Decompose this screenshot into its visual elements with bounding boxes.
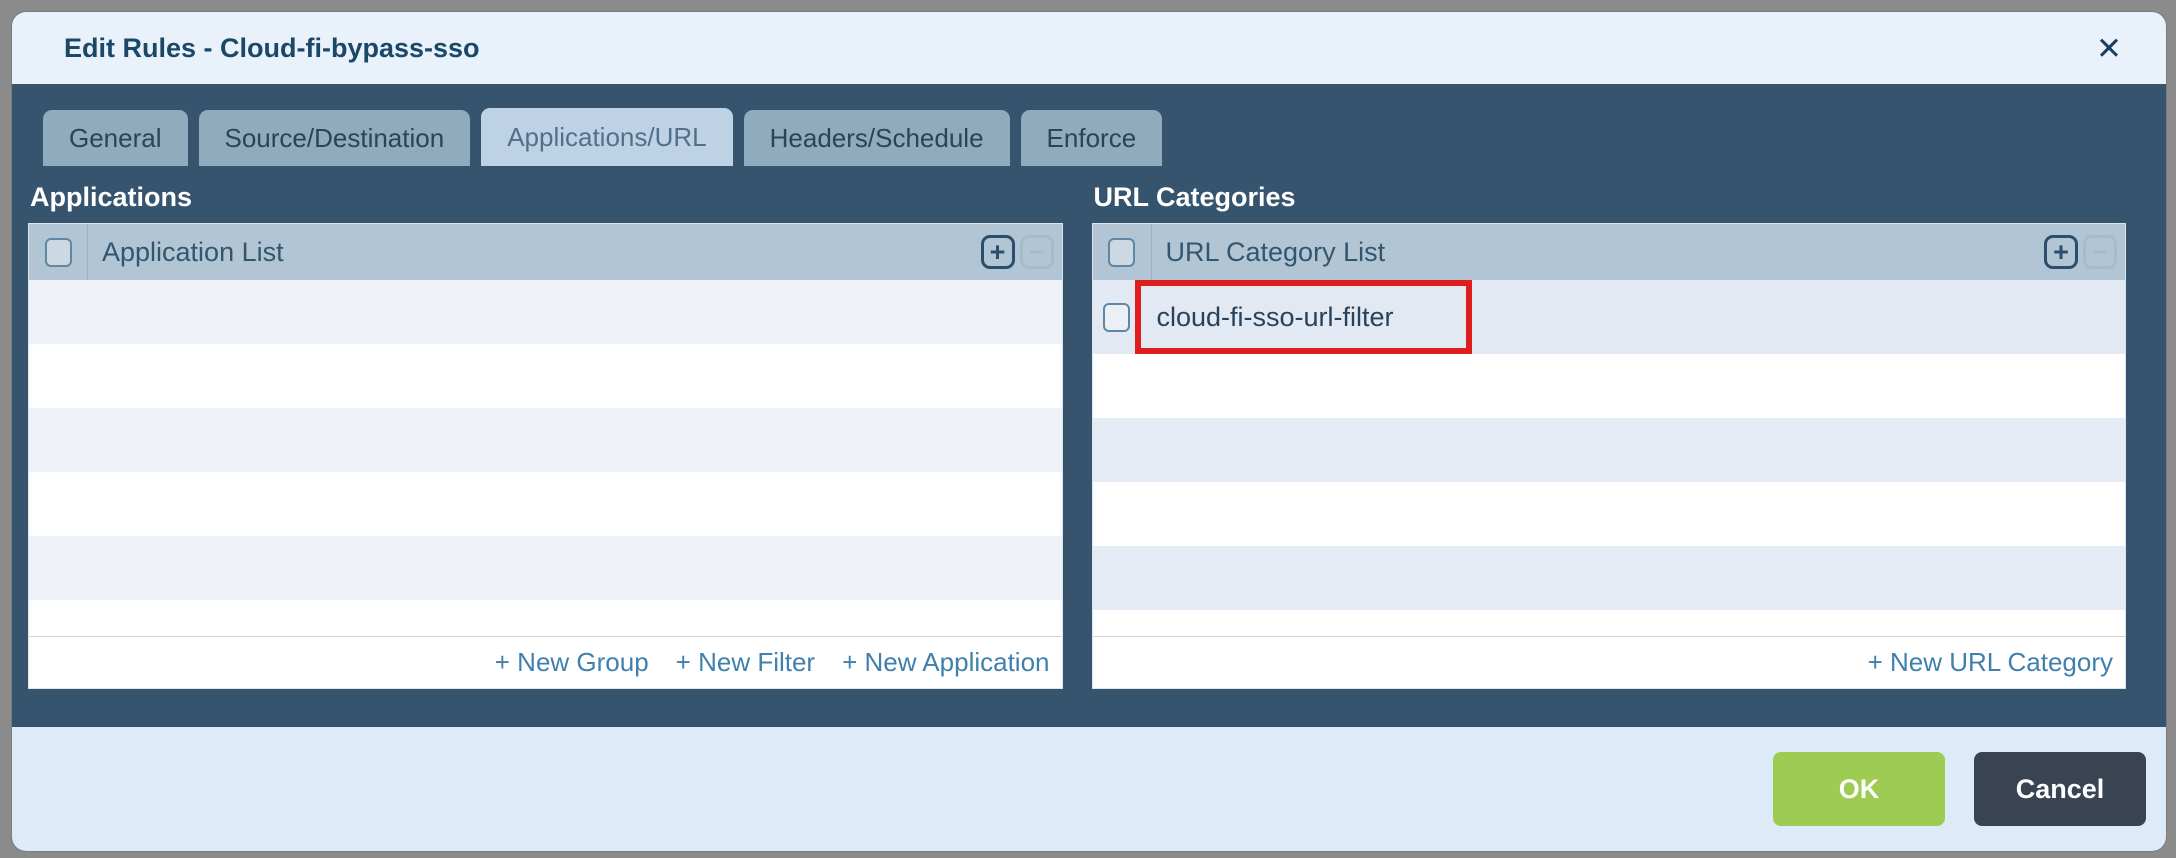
applications-panel: Application List + − + New Group + New F…: [28, 223, 1063, 689]
list-row: [29, 472, 1062, 536]
new-application-link[interactable]: + New Application: [842, 647, 1049, 678]
highlight-annotation-box: cloud-fi-sso-url-filter: [1134, 280, 1472, 354]
list-row: [1092, 546, 2125, 610]
ok-button[interactable]: OK: [1773, 752, 1945, 826]
tab-general[interactable]: General: [43, 110, 188, 166]
url-categories-select-all-checkbox[interactable]: [1108, 237, 1135, 267]
url-categories-section-label: URL Categories: [1093, 182, 1296, 212]
url-categories-remove-icon[interactable]: −: [2083, 235, 2117, 269]
list-row: [29, 344, 1062, 408]
new-url-category-link[interactable]: + New URL Category: [1868, 647, 2113, 678]
list-row: [1093, 610, 2126, 636]
url-category-list-body: cloud-fi-sso-url-filter: [1092, 280, 2126, 636]
new-filter-link[interactable]: + New Filter: [676, 647, 815, 678]
tab-applications-url[interactable]: Applications/URL: [481, 108, 733, 166]
tab-source-destination[interactable]: Source/Destination: [198, 110, 471, 166]
dialog-title: Edit Rules - Cloud-fi-bypass-sso: [64, 32, 480, 63]
applications-panel-footer: + New Group + New Filter + New Applicati…: [29, 636, 1062, 688]
applications-list-body: [29, 280, 1062, 636]
url-categories-panel: URL Category List + − cloud-fi-sso-url-f…: [1091, 223, 2126, 689]
edit-rules-dialog: Edit Rules - Cloud-fi-bypass-sso ✕ Gener…: [12, 12, 2166, 851]
url-category-list-header: URL Category List + −: [1092, 224, 2125, 280]
tab-bar: General Source/Destination Applications/…: [43, 108, 2126, 166]
list-row: [1093, 482, 2126, 546]
list-row: [29, 600, 1062, 636]
applications-remove-icon[interactable]: −: [1019, 235, 1054, 269]
tab-headers-schedule[interactable]: Headers/Schedule: [743, 110, 1010, 166]
url-category-row[interactable]: cloud-fi-sso-url-filter: [1092, 280, 2125, 354]
dialog-content: General Source/Destination Applications/…: [12, 84, 2166, 727]
new-group-link[interactable]: + New Group: [495, 647, 649, 678]
panels: Application List + − + New Group + New F…: [28, 223, 2126, 689]
list-row: [1092, 418, 2125, 482]
url-category-list-title: URL Category List: [1165, 236, 1386, 267]
applications-list-title: Application List: [102, 236, 284, 267]
list-row: [29, 536, 1062, 600]
section-labels: Applications URL Categories: [28, 166, 2126, 223]
url-categories-panel-footer: + New URL Category: [1092, 636, 2125, 688]
tab-enforce[interactable]: Enforce: [1020, 110, 1163, 166]
list-row: [29, 408, 1062, 472]
applications-list-header: Application List + −: [29, 224, 1062, 280]
url-categories-add-icon[interactable]: +: [2044, 235, 2078, 269]
close-icon[interactable]: ✕: [2090, 31, 2128, 66]
applications-select-all-cell: [29, 224, 87, 280]
cancel-button[interactable]: Cancel: [1974, 752, 2146, 826]
list-row: [1093, 354, 2126, 418]
list-row: [29, 280, 1062, 344]
applications-section-label: Applications: [30, 182, 193, 212]
url-category-item-label: cloud-fi-sso-url-filter: [1156, 301, 1394, 332]
dialog-title-bar: Edit Rules - Cloud-fi-bypass-sso ✕: [12, 12, 2166, 84]
dialog-footer-bar: OK Cancel: [12, 727, 2166, 851]
url-category-item-checkbox[interactable]: [1102, 302, 1130, 332]
applications-select-all-checkbox[interactable]: [44, 237, 72, 267]
url-categories-select-all-cell: [1093, 224, 1151, 280]
applications-add-icon[interactable]: +: [980, 235, 1015, 269]
